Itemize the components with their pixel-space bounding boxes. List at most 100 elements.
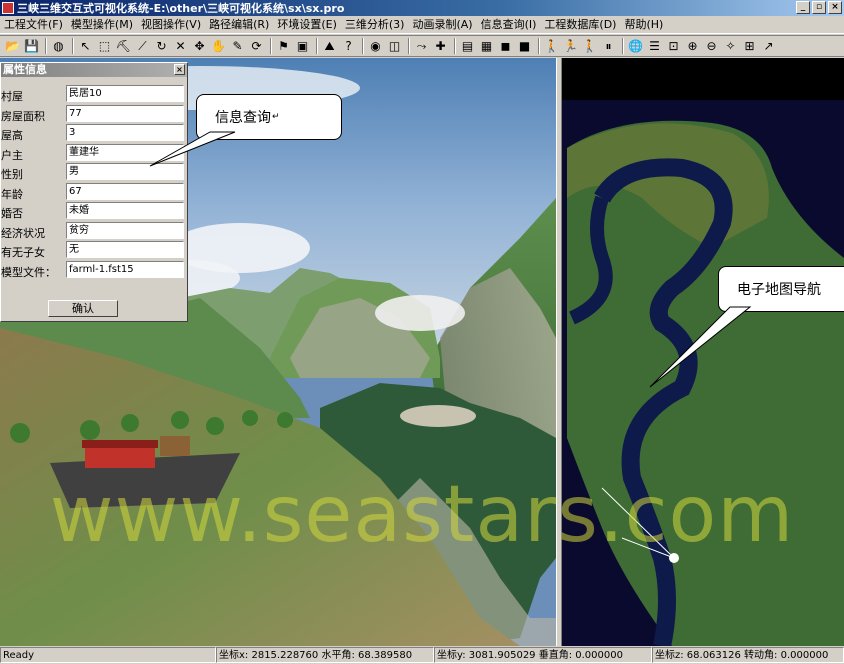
earth-icon[interactable]: 🌐 <box>627 38 644 55</box>
menu-item-8[interactable]: 工程数据库(D) <box>540 16 620 34</box>
page-icon[interactable]: ▦ <box>478 38 495 55</box>
globe-icon[interactable]: ◍ <box>50 38 67 55</box>
toolbar-separator <box>45 38 47 54</box>
property-label: 有无子女 <box>1 246 45 259</box>
open-folder-icon[interactable]: 📂 <box>4 38 21 55</box>
status-y: 坐标y: 3081.905029 垂直角: 0.000000 <box>434 647 652 663</box>
house-brown <box>160 436 190 456</box>
house-red <box>85 446 155 468</box>
info-query-label: 信息查询 <box>215 110 271 126</box>
property-value-field[interactable]: 无 <box>66 241 184 258</box>
terrain-icon[interactable]: ⛰ <box>321 38 338 55</box>
property-label: 经济状况 <box>1 226 45 240</box>
map-top-band <box>562 58 844 100</box>
tree <box>10 423 30 443</box>
layers-icon[interactable]: ☰ <box>646 38 663 55</box>
river-island <box>400 405 476 427</box>
maximize-button[interactable]: ▫ <box>812 1 826 14</box>
property-value-field[interactable]: 77 <box>66 104 184 122</box>
pointer-icon[interactable]: ↖ <box>77 38 94 55</box>
grab-icon[interactable]: ✋ <box>210 38 227 55</box>
property-label: 性别 <box>1 168 23 181</box>
rotate-icon[interactable]: ↻ <box>153 38 170 55</box>
minimize-button[interactable]: _ <box>796 1 810 14</box>
record-icon[interactable]: ◼ <box>497 38 514 55</box>
map-callout-pointer <box>649 306 752 388</box>
walk-fast-icon[interactable]: 🚶 <box>581 38 598 55</box>
walk-icon[interactable]: 🚶 <box>543 38 560 55</box>
ruler-icon[interactable]: ⟋ <box>134 38 151 55</box>
tree <box>80 420 100 440</box>
menu-item-3[interactable]: 路径编辑(R) <box>205 16 273 34</box>
zoom-out-icon[interactable]: ⊖ <box>703 38 720 55</box>
property-row: 经济状况 贫穷 <box>1 221 187 240</box>
eye-icon[interactable]: ◉ <box>367 38 384 55</box>
property-value-field[interactable]: 未婚 <box>66 202 184 219</box>
status-x: 坐标x: 2815.228760 水平角: 68.389580 <box>216 647 434 663</box>
toolbar-separator <box>538 38 540 54</box>
cube-icon[interactable]: ◫ <box>386 38 403 55</box>
property-window: 属性信息 × 村屋 民居10 房屋面积 77 屋高 3 户主 董建华 性别男年龄 67 婚否 未婚 经济… <box>0 62 188 322</box>
tree <box>277 412 293 428</box>
save-icon[interactable]: 💾 <box>23 38 40 55</box>
film-icon[interactable]: ▤ <box>459 38 476 55</box>
move-icon[interactable]: ✥ <box>191 38 208 55</box>
zoom-in-icon[interactable]: ⊕ <box>684 38 701 55</box>
menu-item-1[interactable]: 模型操作(M) <box>67 16 137 34</box>
toolbar: 📂 💾 ◍ ↖ ⬚ ⛏ ⟋ ↻ ✕ ✥ ✋ ✎ ⟳ ⚑ ▣ ⛰? ◉ ◫ ⤳ ✚ ▤ ▦ ◼ ■ 🚶 🏃 🚶 ⏸ 🌐 ☰ ⊡ ⊕ ⊖ ✧ ⊞ ↗ <box>0 35 844 57</box>
menu-item-4[interactable]: 环境设置(E) <box>273 16 341 34</box>
tree <box>206 417 224 435</box>
property-label: 模型文件： <box>1 265 56 279</box>
property-row: 有无子女 无 <box>1 241 187 259</box>
toolbar-separator <box>270 38 272 54</box>
property-row: 模型文件： farml-1.fst15 <box>1 260 187 279</box>
tree <box>242 410 258 426</box>
property-label: 屋高 <box>1 129 23 142</box>
tree <box>171 411 189 429</box>
property-value-field[interactable]: 67 <box>66 182 184 200</box>
property-label: 村屋 <box>1 90 23 103</box>
menu-item-5[interactable]: 三维分析(3) <box>341 16 409 34</box>
app-icon <box>2 2 14 14</box>
select-icon[interactable]: ⬚ <box>96 38 113 55</box>
property-value-field[interactable]: 贫穷 <box>66 221 184 239</box>
run-icon[interactable]: 🏃 <box>562 38 579 55</box>
edit-icon[interactable]: ✎ <box>229 38 246 55</box>
help-query-icon[interactable]: ? <box>340 38 357 55</box>
zoom-all-icon[interactable]: ⊞ <box>741 38 758 55</box>
property-close-button[interactable]: × <box>174 64 185 75</box>
add-point-icon[interactable]: ✚ <box>432 38 449 55</box>
flag-icon[interactable]: ⚑ <box>275 38 292 55</box>
path-icon[interactable]: ⤳ <box>413 38 430 55</box>
zoom-window-icon[interactable]: ⊡ <box>665 38 682 55</box>
pause-icon[interactable]: ⏸ <box>600 38 617 55</box>
menu-item-7[interactable]: 信息查询(I) <box>477 16 541 34</box>
house-roof <box>82 440 158 448</box>
arrow-tool-icon[interactable]: ↗ <box>760 38 777 55</box>
menu-item-6[interactable]: 动画录制(A) <box>408 16 476 34</box>
property-row: 年龄 67 <box>1 182 187 201</box>
status-z: 坐标z: 68.063126 转动角: 0.000000 <box>652 647 844 663</box>
property-window-title: 属性信息 × <box>1 63 187 77</box>
delete-icon[interactable]: ✕ <box>172 38 189 55</box>
property-row: 房屋面积 77 <box>1 104 187 123</box>
refresh-icon[interactable]: ⟳ <box>248 38 265 55</box>
menu-item-9[interactable]: 帮助(H) <box>620 16 667 34</box>
menu-item-0[interactable]: 工程文件(F) <box>0 16 67 34</box>
title-bar: 三峡三维交互式可视化系统-E:\other\三峡可视化系统\sx\sx.pro … <box>0 0 844 16</box>
status-ready: Ready <box>0 647 216 663</box>
toolbar-separator <box>362 38 364 54</box>
close-button[interactable]: × <box>828 1 842 14</box>
confirm-button[interactable]: 确认 <box>48 300 118 317</box>
pan-icon[interactable]: ✧ <box>722 38 739 55</box>
property-value-field[interactable]: farml-1.fst15 <box>66 260 184 278</box>
property-row: 婚否 未婚 <box>1 202 187 220</box>
stop-icon[interactable]: ■ <box>516 38 533 55</box>
camera-icon[interactable]: ▣ <box>294 38 311 55</box>
menu-item-2[interactable]: 视图操作(V) <box>137 16 205 34</box>
property-label: 年龄 <box>1 187 23 201</box>
pick-icon[interactable]: ⛏ <box>115 38 132 55</box>
cloud <box>375 295 465 331</box>
property-value-field[interactable]: 民居10 <box>66 85 184 102</box>
menu-bar: 工程文件(F) 模型操作(M) 视图操作(V) 路径编辑(R) 环境设置(E) 三维分析(… <box>0 16 844 34</box>
